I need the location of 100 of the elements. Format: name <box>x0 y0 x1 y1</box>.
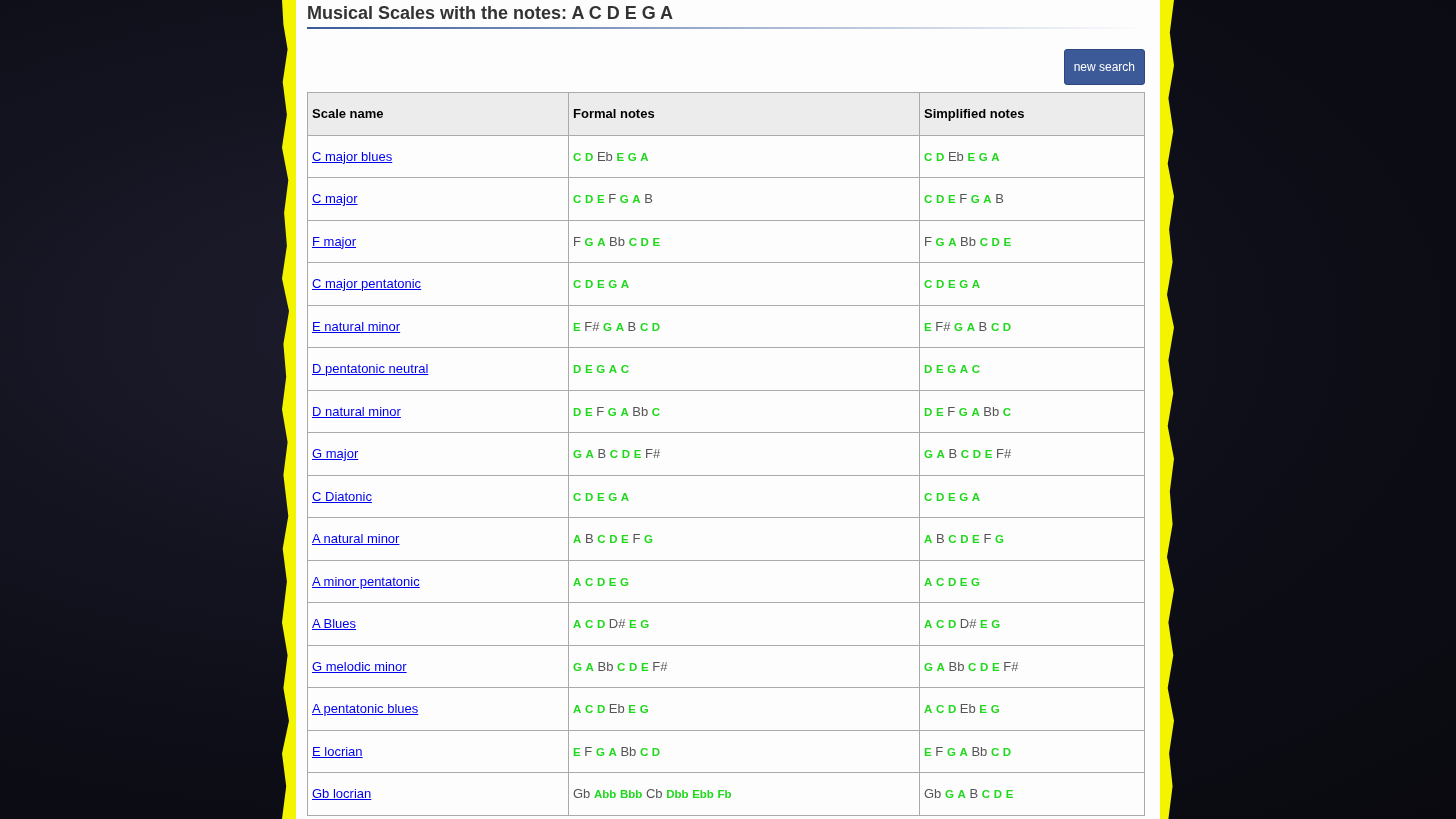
note: F <box>959 191 968 207</box>
note: E <box>573 320 581 333</box>
scale-link[interactable]: E locrian <box>312 743 363 759</box>
note: E <box>621 533 629 546</box>
note: G <box>944 788 954 801</box>
note: B <box>978 318 988 334</box>
note: E <box>573 745 581 758</box>
note: B <box>995 191 1004 207</box>
scale-link[interactable]: G melodic minor <box>312 658 407 674</box>
note: B <box>597 446 607 462</box>
note: A <box>620 490 630 503</box>
scale-link[interactable]: C major pentatonic <box>312 276 422 292</box>
note: E <box>947 193 956 206</box>
scale-link[interactable]: E natural minor <box>312 318 401 334</box>
note: G <box>946 745 956 758</box>
note: G <box>924 448 933 461</box>
note: C <box>935 575 945 588</box>
note: C <box>981 788 991 801</box>
note: A <box>573 703 582 716</box>
note: D <box>993 788 1003 801</box>
note: D <box>991 235 1000 248</box>
note: Gb <box>573 786 591 802</box>
note: D <box>1002 745 1012 758</box>
note: A <box>585 448 594 461</box>
note: Abb <box>593 788 617 801</box>
note: G <box>959 490 969 503</box>
note: E <box>979 703 987 716</box>
note: F# <box>1003 658 1019 674</box>
note: F# <box>996 446 1012 462</box>
note: F <box>632 531 641 547</box>
note: E <box>616 150 625 163</box>
column-header: Formal notes <box>568 92 920 135</box>
scale-link[interactable]: F major <box>312 233 357 249</box>
note: C <box>990 745 1000 758</box>
note: D <box>584 150 594 163</box>
note: A <box>959 363 969 376</box>
scale-link[interactable]: D pentatonic neutral <box>312 361 429 377</box>
note: C <box>573 490 582 503</box>
note: E <box>991 660 1000 673</box>
note: D <box>935 278 945 291</box>
note: E <box>1005 788 1014 801</box>
note: F <box>924 233 932 249</box>
note: Eb <box>608 701 625 717</box>
note: D <box>629 660 638 673</box>
note: G <box>640 618 650 631</box>
note: A <box>924 703 933 716</box>
column-header: Simplified notes <box>919 92 1145 135</box>
note: G <box>924 660 933 673</box>
note: G <box>947 363 957 376</box>
note: G <box>971 575 981 588</box>
note: A <box>573 533 582 546</box>
note: D <box>651 320 661 333</box>
note: C <box>620 363 630 376</box>
note: D <box>596 703 606 716</box>
note: Cb <box>645 786 663 802</box>
note: G <box>595 745 605 758</box>
note: G <box>954 320 964 333</box>
note: C <box>924 278 933 291</box>
note: F <box>596 403 605 419</box>
note: C <box>990 320 1000 333</box>
note: A <box>585 660 594 673</box>
note: G <box>639 703 649 716</box>
note: Eb <box>947 148 964 164</box>
note: G <box>991 618 1001 631</box>
note: C <box>597 533 606 546</box>
scale-link[interactable]: A natural minor <box>312 531 400 547</box>
note: Bb <box>983 403 1000 419</box>
note: D <box>596 618 606 631</box>
note: E <box>947 490 956 503</box>
note: D <box>584 490 594 503</box>
note: G <box>608 278 618 291</box>
note: E <box>596 490 605 503</box>
note: C <box>584 703 594 716</box>
note: G <box>584 235 594 248</box>
note: D <box>924 363 933 376</box>
note: B <box>644 191 653 207</box>
note: D <box>972 448 982 461</box>
note: A <box>957 788 966 801</box>
note: E <box>1003 235 1012 248</box>
scale-link[interactable]: C major <box>312 191 358 207</box>
scale-link[interactable]: D natural minor <box>312 403 401 419</box>
note: G <box>607 405 617 418</box>
note: A <box>991 150 1000 163</box>
note: E <box>652 235 661 248</box>
scale-link[interactable]: C Diatonic <box>312 488 372 504</box>
note: D <box>924 405 933 418</box>
note: C <box>960 448 970 461</box>
note: E <box>628 703 636 716</box>
note: C <box>968 660 977 673</box>
scale-link[interactable]: C major blues <box>312 148 393 164</box>
note: A <box>948 235 957 248</box>
scale-link[interactable]: A minor pentatonic <box>312 573 420 589</box>
new-search-button[interactable]: new search <box>1063 49 1145 85</box>
scale-link[interactable]: A pentatonic blues <box>312 701 419 717</box>
note: E <box>584 363 593 376</box>
scale-link[interactable]: G major <box>312 446 359 462</box>
note: Eb <box>959 701 976 717</box>
scale-link[interactable]: Gb locrian <box>312 786 372 802</box>
scale-link[interactable]: A Blues <box>312 616 357 632</box>
note: Eb <box>596 148 613 164</box>
